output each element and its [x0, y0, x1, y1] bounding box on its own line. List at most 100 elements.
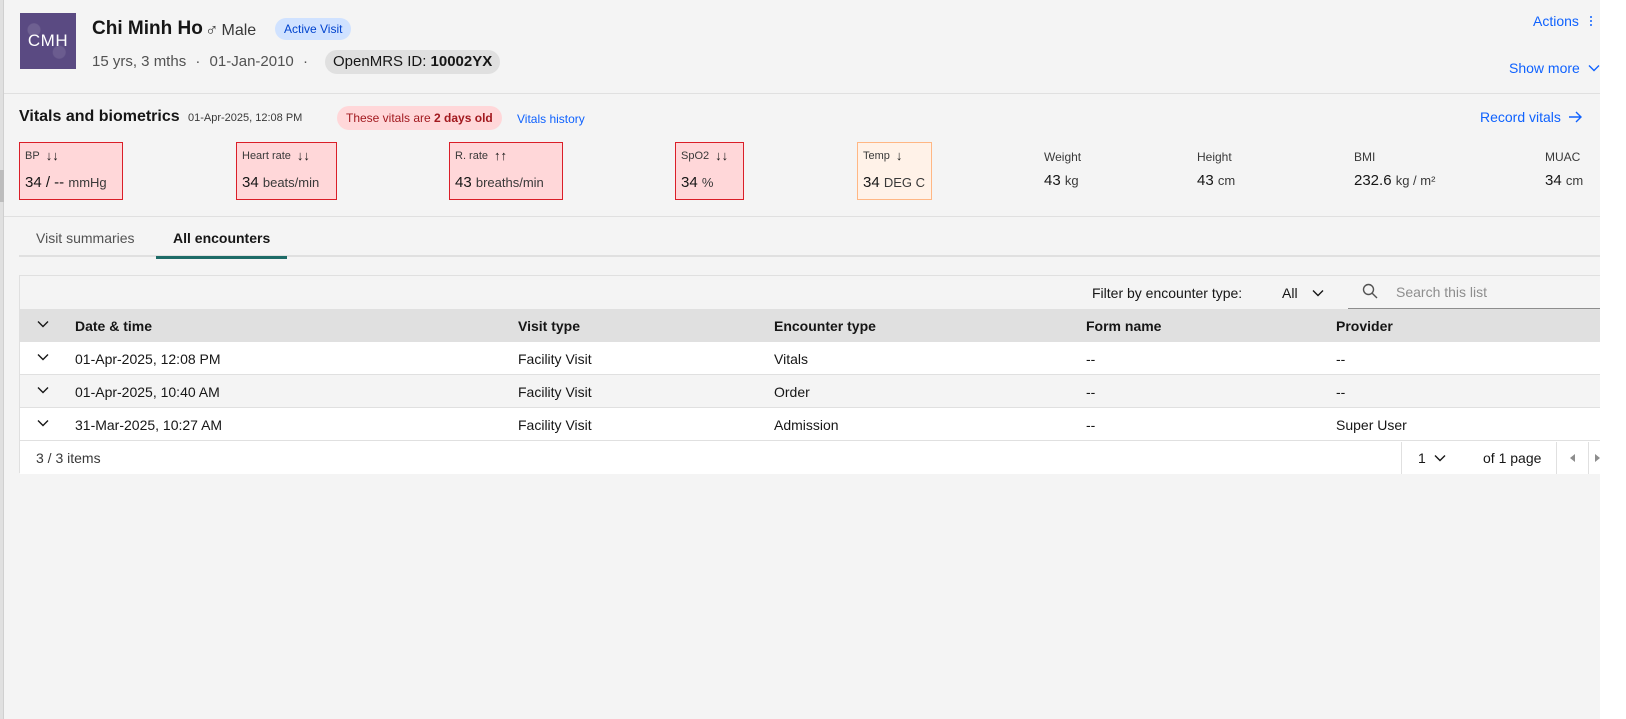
vital-tile-spo2: SpO2 ↓↓ 34 %: [675, 142, 744, 200]
vitals-age-prefix: These vitals are: [346, 111, 435, 125]
vitals-age-value: 2 days old: [434, 111, 493, 125]
cell-date: 31-Mar-2025, 10:27 AM: [75, 417, 223, 433]
active-visit-tag: Active Visit: [275, 18, 352, 40]
vital-value: 34: [242, 174, 259, 191]
id-label: OpenMRS ID:: [333, 53, 431, 70]
column-header-date[interactable]: Date & time: [75, 318, 152, 334]
biometric-bmi: BMI 232.6 kg / m²: [1354, 150, 1435, 189]
tab-all-encounters[interactable]: All encounters: [156, 224, 288, 259]
biometric-value: 232.6: [1354, 172, 1392, 189]
expand-row-chevron-icon[interactable]: [37, 386, 49, 394]
cell-date: 01-Apr-2025, 12:08 PM: [75, 351, 221, 367]
arrow-down-icon: ↓: [895, 148, 903, 163]
vital-unit: breaths/min: [475, 175, 544, 190]
search-placeholder: Search this list: [1396, 284, 1488, 300]
arrow-down-icon: ↓↓: [45, 148, 59, 163]
encounter-type-dropdown[interactable]: All: [1282, 285, 1324, 301]
vital-label: Temp: [863, 149, 890, 162]
patient-name: Chi Minh Ho: [92, 18, 203, 39]
cell-encounter-type: Order: [774, 384, 810, 400]
expand-all-chevron-icon[interactable]: [37, 320, 49, 328]
cell-visit-type: Facility Visit: [518, 417, 592, 433]
cell-provider: --: [1336, 384, 1346, 400]
table-row[interactable]: 31-Mar-2025, 10:27 AM Facility Visit Adm…: [20, 408, 1604, 441]
vital-unit: mmHg: [68, 175, 107, 190]
caret-left-icon: [1570, 454, 1575, 462]
cell-date: 01-Apr-2025, 10:40 AM: [75, 384, 220, 400]
avatar: CMH: [20, 13, 76, 69]
tab-visit-summaries[interactable]: Visit summaries: [19, 224, 152, 257]
biometric-label: Height: [1197, 150, 1232, 164]
right-blank-area: [1600, 0, 1626, 719]
biometric-label: MUAC: [1545, 150, 1581, 164]
vitals-history-link[interactable]: Vitals history: [517, 112, 585, 126]
cell-visit-type: Facility Visit: [518, 384, 592, 400]
chevron-down-icon: [1588, 65, 1600, 72]
patient-age: 15 yrs, 3 mths: [92, 53, 187, 70]
vitals-date: 01-Apr-2025, 12:08 PM: [188, 112, 303, 124]
current-page: 1: [1418, 450, 1426, 466]
actions-label: Actions: [1533, 13, 1579, 29]
vital-tile-bp: BP ↓↓ 34 / -- mmHg: [19, 142, 123, 200]
gender-info: ♂ Male: [205, 20, 256, 41]
vital-unit: DEG C: [883, 175, 926, 190]
biometric-unit: cm: [1565, 173, 1584, 188]
biometric-height: Height 43 cm: [1197, 150, 1235, 189]
male-icon: ♂: [205, 20, 219, 40]
biometric-unit: kg / m²: [1395, 173, 1436, 188]
side-handle[interactable]: [0, 170, 4, 202]
vital-value: 34 / --: [25, 174, 65, 191]
cell-form-name: --: [1086, 351, 1096, 367]
id-value: 10002YX: [430, 53, 493, 70]
vitals-title: Vitals and biometrics: [19, 108, 180, 125]
biometric-label: Weight: [1044, 150, 1082, 164]
vital-label: BP: [25, 149, 40, 162]
demographics: 15 yrs, 3 mths · 01-Jan-2010 ·: [92, 53, 308, 70]
biometric-value: 43: [1197, 172, 1214, 189]
openmrs-id-tag: OpenMRS ID: 10002YX: [325, 50, 501, 74]
table-row[interactable]: 01-Apr-2025, 12:08 PM Facility Visit Vit…: [20, 342, 1604, 375]
filter-label: Filter by encounter type:: [1092, 285, 1243, 301]
arrow-right-icon: [1568, 111, 1582, 123]
page-select[interactable]: 1: [1418, 450, 1446, 466]
record-vitals-button[interactable]: Record vitals: [1480, 109, 1583, 125]
previous-page-button[interactable]: [1557, 442, 1589, 474]
page-total: of 1 page: [1483, 450, 1542, 466]
vital-value: 43: [455, 174, 472, 191]
vital-value: 34: [681, 174, 698, 191]
arrow-up-icon: ↑↑: [494, 148, 508, 163]
column-header-visit-type[interactable]: Visit type: [518, 318, 580, 334]
biometric-label: BMI: [1354, 150, 1376, 164]
cell-form-name: --: [1086, 384, 1096, 400]
vital-tile-heart-rate: Heart rate ↓↓ 34 beats/min: [236, 142, 337, 200]
column-header-encounter-type[interactable]: Encounter type: [774, 318, 876, 334]
column-header-provider[interactable]: Provider: [1336, 318, 1393, 334]
search-input[interactable]: Search this list: [1348, 276, 1604, 309]
vital-label: R. rate: [455, 149, 489, 162]
patient-dob: 01-Jan-2010: [209, 53, 294, 70]
search-icon: [1362, 283, 1378, 299]
table-row[interactable]: 01-Apr-2025, 10:40 AM Facility Visit Ord…: [20, 375, 1604, 408]
table-header: Date & time Visit type Encounter type Fo…: [20, 309, 1604, 342]
biometric-weight: Weight 43 kg: [1044, 150, 1081, 189]
actions-button[interactable]: Actions: [1533, 13, 1593, 29]
filter-value: All: [1282, 285, 1298, 301]
vital-value: 34: [863, 174, 880, 191]
expand-row-chevron-icon[interactable]: [37, 353, 49, 361]
separator: ·: [302, 53, 308, 70]
show-more-label: Show more: [1509, 60, 1580, 76]
expand-row-chevron-icon[interactable]: [37, 419, 49, 427]
record-vitals-label: Record vitals: [1480, 109, 1561, 125]
gender-label: Male: [221, 21, 257, 39]
biometric-unit: cm: [1217, 173, 1236, 188]
biometric-unit: kg: [1064, 173, 1079, 188]
encounters-table: Filter by encounter type: All Search thi…: [19, 275, 1605, 474]
show-more-button[interactable]: Show more: [1509, 60, 1600, 76]
items-count: 3 / 3 items: [36, 450, 101, 466]
biometric-value: 34: [1545, 172, 1562, 189]
column-header-form-name[interactable]: Form name: [1086, 318, 1161, 334]
vital-unit: %: [701, 175, 714, 190]
vital-tile-temp: Temp ↓ 34 DEG C: [857, 142, 932, 200]
cell-encounter-type: Vitals: [774, 351, 808, 367]
table-toolbar: Filter by encounter type: All Search thi…: [20, 276, 1604, 309]
